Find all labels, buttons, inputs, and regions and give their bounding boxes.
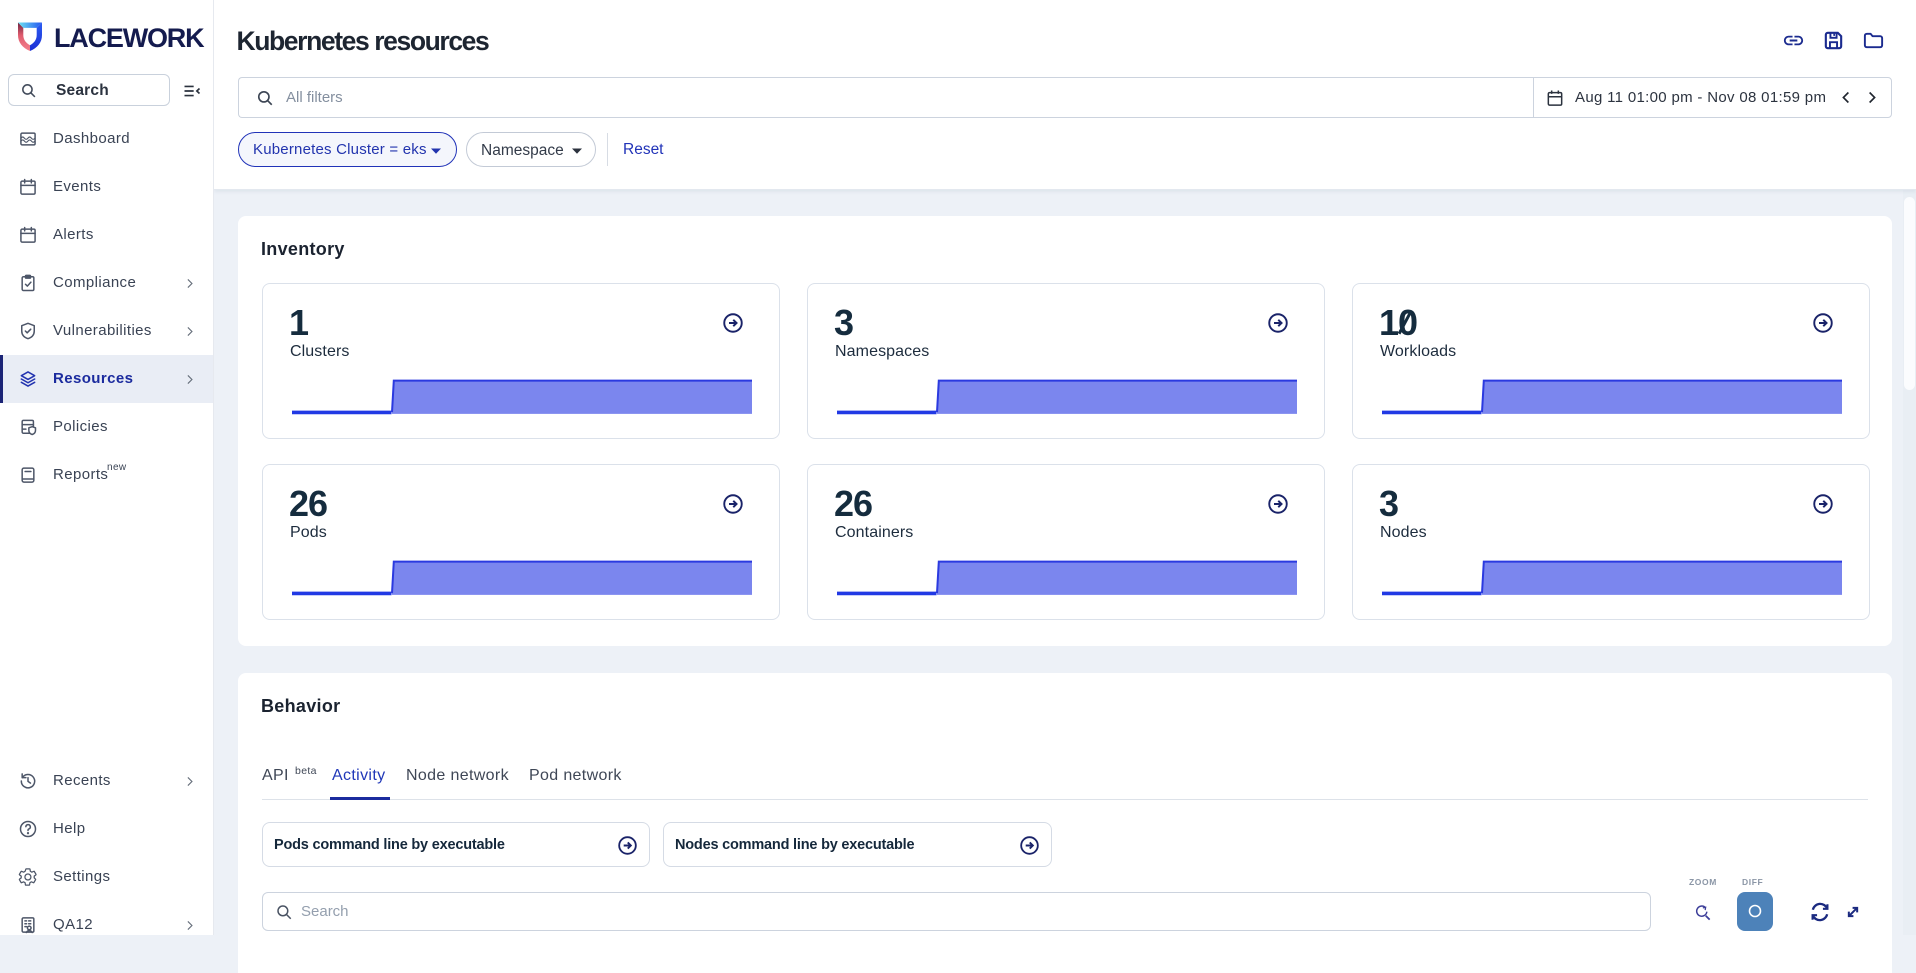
svg-text:LACEWORK: LACEWORK: [54, 23, 205, 52]
